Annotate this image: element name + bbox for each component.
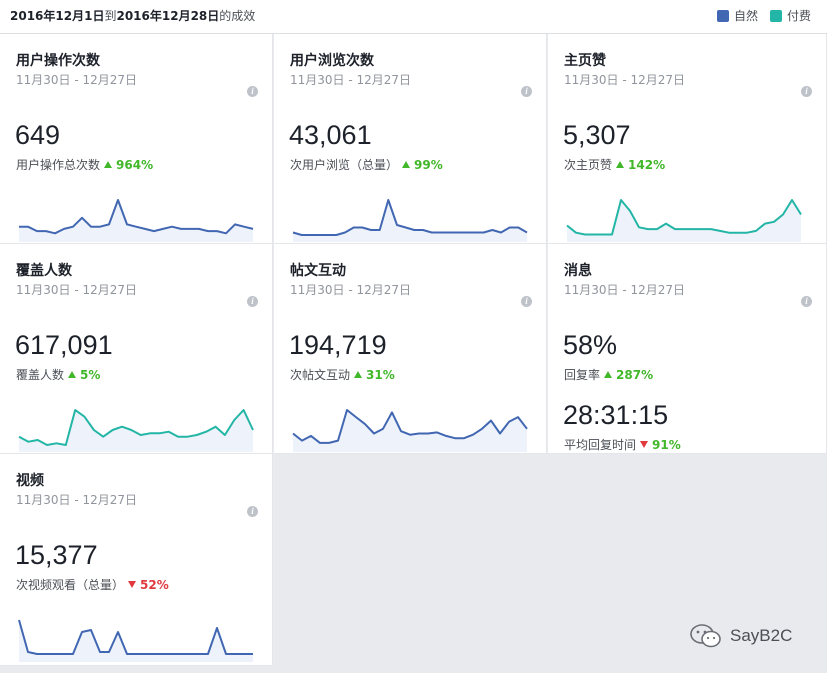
metric-sub: 次主页赞 142% (564, 157, 666, 173)
sparkline (566, 199, 802, 242)
metric-sub: 次用户浏览（总量） 99% (290, 157, 443, 173)
up-arrow-icon (68, 371, 77, 378)
info-icon[interactable]: i (521, 86, 532, 97)
metric-sub: 次视频观看（总量） 52% (16, 577, 169, 593)
card-date-range: 11月30日 - 12月27日 (564, 73, 686, 87)
sparkline (292, 409, 528, 452)
card-title: 视频 (16, 473, 44, 489)
card-title: 用户浏览次数 (290, 53, 374, 69)
metric-sub: 次帖文互动 31% (290, 367, 395, 383)
info-icon[interactable]: i (247, 86, 258, 97)
wechat-icon (690, 624, 721, 648)
legend-paid-swatch (769, 9, 782, 22)
info-icon[interactable]: i (247, 296, 258, 307)
legend-organic[interactable]: 自然 (716, 7, 758, 24)
card-date-range: 11月30日 - 12月27日 (564, 283, 686, 297)
card-date-range: 11月30日 - 12月27日 (290, 73, 412, 87)
sparkline-area (19, 410, 253, 452)
card-title: 消息 (564, 263, 592, 279)
sparkline (292, 199, 528, 242)
legend: 自然 付费 (705, 7, 811, 24)
card-user-actions[interactable]: 用户操作次数 11月30日 - 12月27日 i 649 用户操作总次数 964% (0, 34, 273, 244)
metric-value: 43,061 (289, 120, 372, 150)
down-arrow-icon (640, 441, 649, 448)
down-arrow-icon (128, 581, 137, 588)
card-messages[interactable]: 消息 11月30日 - 12月27日 i 58% 回复率 287% 28:31:1… (548, 244, 827, 454)
response-rate-sub: 回复率 287% (564, 367, 654, 383)
sparkline-area (19, 200, 253, 242)
sparkline-line (292, 199, 528, 236)
card-title: 主页赞 (564, 53, 606, 69)
response-rate-value: 58% (563, 330, 618, 360)
metric-value: 649 (15, 120, 61, 150)
up-arrow-icon (354, 371, 363, 378)
info-icon[interactable]: i (801, 296, 812, 307)
card-title: 帖文互动 (290, 263, 346, 279)
info-icon[interactable]: i (801, 86, 812, 97)
card-date-range: 11月30日 - 12月27日 (16, 283, 138, 297)
sparkline-area (567, 200, 801, 242)
legend-organic-swatch (716, 9, 729, 22)
wechat-watermark: SayB2C (688, 622, 792, 650)
card-reach[interactable]: 覆盖人数 11月30日 - 12月27日 i 617,091 覆盖人数 5% (0, 244, 273, 454)
info-icon[interactable]: i (247, 506, 258, 517)
card-video[interactable]: 视频 11月30日 - 12月27日 i 15,377 次视频观看（总量） 52% (0, 454, 273, 666)
info-icon[interactable]: i (521, 296, 532, 307)
metric-value: 5,307 (563, 120, 631, 150)
card-date-range: 11月30日 - 12月27日 (16, 73, 138, 87)
card-post-engagement[interactable]: 帖文互动 11月30日 - 12月27日 i 194,719 次帖文互动 31% (274, 244, 547, 454)
metric-sub: 覆盖人数 5% (16, 367, 101, 383)
metric-value: 194,719 (289, 330, 387, 360)
sparkline (18, 409, 254, 452)
sparkline-area (293, 410, 527, 452)
response-time-sub: 平均回复时间 91% (564, 437, 681, 453)
sparkline (18, 619, 253, 662)
card-page-likes[interactable]: 主页赞 11月30日 - 12月27日 i 5,307 次主页赞 142% (548, 34, 827, 244)
metric-value: 617,091 (15, 330, 113, 360)
up-arrow-icon (104, 161, 113, 168)
card-date-range: 11月30日 - 12月27日 (16, 493, 138, 507)
card-title: 用户操作次数 (16, 53, 100, 69)
card-title: 覆盖人数 (16, 263, 72, 279)
sparkline (19, 199, 254, 242)
date-range-title: 2016年12月1日到2016年12月28日的成效 (10, 9, 256, 23)
response-time-value: 28:31:15 (563, 400, 669, 430)
legend-paid[interactable]: 付费 (769, 7, 811, 24)
results-header: 2016年12月1日到2016年12月28日的成效 自然 付费 (0, 0, 827, 34)
up-arrow-icon (604, 371, 613, 378)
metric-sub: 用户操作总次数 964% (16, 157, 154, 173)
card-date-range: 11月30日 - 12月27日 (290, 283, 412, 297)
up-arrow-icon (402, 161, 411, 168)
metric-value: 15,377 (15, 540, 98, 570)
sparkline-area (19, 620, 253, 662)
watermark-text: SayB2C (730, 626, 793, 645)
up-arrow-icon (616, 161, 625, 168)
card-user-views[interactable]: 用户浏览次数 11月30日 - 12月27日 i 43,061 次用户浏览（总量… (274, 34, 547, 244)
